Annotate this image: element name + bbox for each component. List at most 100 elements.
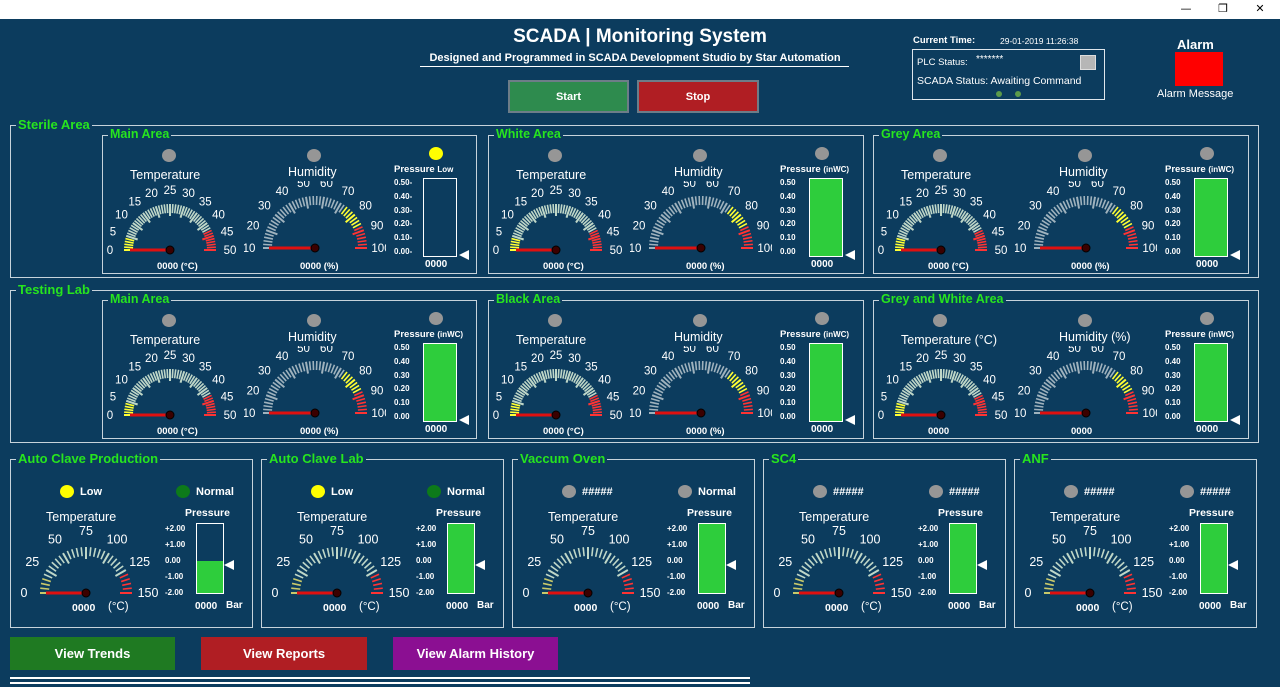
gauge-tick-label: 150 xyxy=(891,586,912,600)
gauge-tick xyxy=(742,236,753,240)
gauge-tick xyxy=(1119,565,1128,572)
current-time-label: Current Time: xyxy=(913,35,976,46)
gauge-tick xyxy=(1079,547,1084,557)
minimize-icon[interactable]: — xyxy=(1166,0,1206,19)
gauge-tick xyxy=(875,582,885,587)
close-icon[interactable]: ✕ xyxy=(1240,0,1280,19)
humidity-indicator xyxy=(693,149,707,162)
humidity-value: 0000 xyxy=(1071,426,1093,437)
pressure-label: Pressure (inWC) xyxy=(780,329,849,340)
gauge-tick-label: 80 xyxy=(1130,201,1143,213)
gauge-tick-label: 50 xyxy=(550,532,564,546)
pressure-scale-tick: 0.00 xyxy=(780,246,796,256)
gauge-tick-label: 100 xyxy=(371,408,386,420)
pressure-label-text: Pressure xyxy=(394,164,435,175)
gauge-tick xyxy=(1116,561,1125,569)
pressure-pointer xyxy=(726,560,736,570)
gauge-tick-label: 10 xyxy=(630,243,641,255)
gauge-tick xyxy=(544,578,554,583)
gauge-tick-label: 60 xyxy=(320,181,333,190)
gauge-tick-label: 15 xyxy=(514,361,527,373)
gauge-tick-label: 125 xyxy=(1133,555,1154,569)
pressure-scale-tick: -2.00 xyxy=(165,588,184,597)
alarm-indicator[interactable] xyxy=(1175,52,1223,86)
gauge-tick xyxy=(54,558,62,567)
view-alarm-history-button[interactable]: View Alarm History xyxy=(393,637,558,670)
status-indicator xyxy=(1064,485,1078,498)
temperature-gauge: 05101520 25 3035404550 xyxy=(878,350,1008,422)
gauge-tick xyxy=(124,405,134,409)
start-button[interactable]: Start xyxy=(508,80,629,113)
gauge-tick xyxy=(320,196,326,209)
pressure-scale-tick: 0.40 xyxy=(1165,356,1181,366)
gauge-tick xyxy=(318,196,322,206)
gauge-tick xyxy=(1044,587,1054,590)
gauge-tick xyxy=(1035,397,1045,402)
pressure-value: 0000 xyxy=(1199,601,1222,612)
gauge-tick xyxy=(176,369,180,379)
humidity-label: Humidity xyxy=(1059,165,1108,179)
gauge-tick xyxy=(166,369,169,379)
gauge-tick xyxy=(706,361,712,374)
temperature-gauge: 0 25 50 75 100125 150 xyxy=(272,525,410,600)
gauge-hub xyxy=(551,410,561,420)
gauge-tick-label: 50 xyxy=(1068,181,1081,190)
maximize-icon[interactable]: ❐ xyxy=(1203,0,1243,19)
gauge-tick xyxy=(557,369,560,379)
plc-status-label: PLC Status: xyxy=(917,57,968,68)
gauge-tick xyxy=(977,405,987,409)
gauge-tick xyxy=(1098,363,1103,373)
gauge-tick-label: 0 xyxy=(878,245,884,257)
gauge-tick-label: 30 xyxy=(953,353,966,365)
gauge-hub xyxy=(165,410,175,420)
gauge-tick-label: 20 xyxy=(633,220,646,232)
gauge-tick xyxy=(510,240,520,244)
pressure-scale: 0.50- 0.40- 0.30- 0.20- 0.10- 0.00- xyxy=(394,176,412,259)
gauge-tick xyxy=(824,549,829,559)
gauge-tick xyxy=(1128,239,1138,243)
pressure-bar-fill xyxy=(810,344,842,421)
gauge-tick-label: 100 xyxy=(757,408,772,420)
gauge-tick xyxy=(716,364,722,374)
gauge-tick xyxy=(552,369,555,379)
gauge-tick-label: 80 xyxy=(359,201,372,213)
pressure-bar-fill xyxy=(950,524,976,593)
gauge-tick xyxy=(357,408,367,411)
gauge-tick xyxy=(842,547,845,557)
gauge-tick-label: 70 xyxy=(728,351,741,363)
page-title: SCADA | Monitoring System xyxy=(513,26,767,47)
gauge-tick xyxy=(206,243,216,247)
gauge-tick xyxy=(122,582,132,587)
gauge-tick xyxy=(373,587,383,590)
gauge-tick xyxy=(873,578,883,583)
gauge-tick xyxy=(173,204,177,214)
gauge-tick xyxy=(591,547,594,557)
gauge-tick xyxy=(650,232,660,237)
gauge-tick xyxy=(40,582,50,587)
gauge-tick xyxy=(598,549,603,559)
gauge-tick-label: 10 xyxy=(630,408,641,420)
pressure-bar-fill xyxy=(810,179,842,256)
gauge-tick xyxy=(1124,578,1134,583)
pressure-scale: 0.50 0.40 0.30 0.20 0.10 0.00 xyxy=(780,176,796,259)
humidity-indicator xyxy=(693,314,707,327)
gauge-tick xyxy=(343,547,348,557)
gauge-tick xyxy=(318,361,322,371)
pressure-unit: (inWC) xyxy=(823,165,850,174)
status-indicator xyxy=(176,485,190,498)
stop-button[interactable]: Stop xyxy=(637,80,759,113)
humidity-gauge: 10 20 30 40 50 60 70 80 90 100 xyxy=(244,181,386,255)
view-trends-button[interactable]: View Trends xyxy=(10,637,175,670)
gauge-tick xyxy=(1079,361,1083,371)
pressure-scale: +2.00 +1.00 0.00 -1.00 -2.00 xyxy=(1169,521,1189,601)
gauge-tick-label: 100 xyxy=(1142,243,1157,255)
temperature-unit: (°C) xyxy=(861,601,882,613)
humidity-label: Humidity xyxy=(674,330,723,344)
machine-title: Auto Clave Production xyxy=(16,451,161,466)
pressure-value: 0000 xyxy=(1196,259,1219,270)
gauge-tick xyxy=(552,204,555,214)
pressure-scale-tick: 0.10 xyxy=(1165,233,1181,243)
gauge-tick-label: 30 xyxy=(644,201,657,213)
view-reports-button[interactable]: View Reports xyxy=(201,637,367,670)
gauge-tick xyxy=(860,555,867,564)
